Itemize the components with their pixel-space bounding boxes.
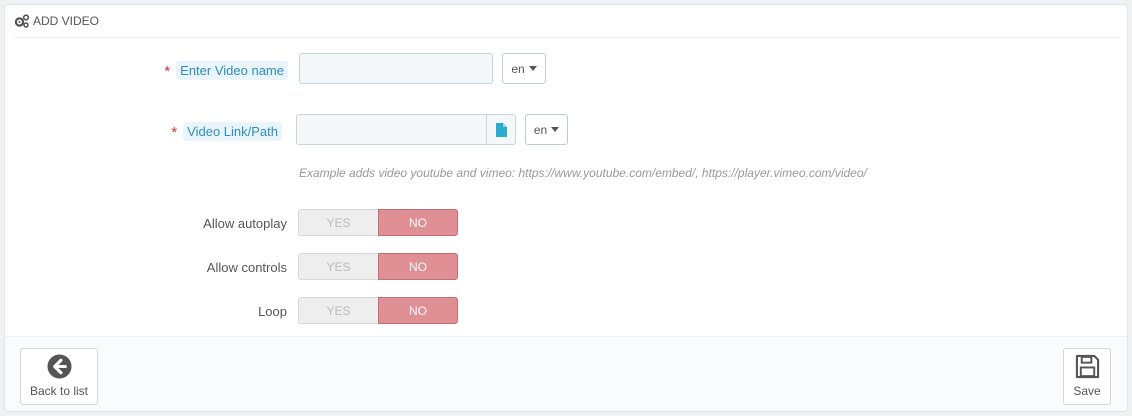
required-marker: * <box>171 124 178 141</box>
caret-down-icon <box>551 127 560 132</box>
panel-title: Add video <box>33 14 100 28</box>
allow-autoplay-yes[interactable]: YES <box>298 209 378 236</box>
loop-label: Loop <box>258 304 287 319</box>
save-button[interactable]: Save <box>1063 348 1111 405</box>
video-link-input[interactable] <box>296 114 487 145</box>
video-name-language-dropdown[interactable]: en <box>502 53 546 84</box>
floppy-disk-icon <box>1075 354 1099 379</box>
allow-controls-label-group: Allow controls <box>207 260 287 275</box>
allow-controls-yes[interactable]: YES <box>298 253 378 280</box>
video-link-label-group: * Video Link/Path <box>171 122 282 141</box>
language-code: en <box>533 122 548 137</box>
browse-file-button[interactable] <box>487 114 516 145</box>
video-link-language-dropdown[interactable]: en <box>525 114 568 145</box>
allow-autoplay-no[interactable]: NO <box>378 209 458 236</box>
loop-no[interactable]: NO <box>378 297 458 324</box>
back-to-list-label: Back to list <box>29 384 89 398</box>
video-name-label-group: * Enter Video name <box>164 61 288 80</box>
allow-autoplay-label-group: Allow autoplay <box>203 216 287 231</box>
back-to-list-button[interactable]: Back to list <box>20 348 98 405</box>
file-icon <box>495 122 507 137</box>
video-name-label[interactable]: Enter Video name <box>176 61 288 80</box>
panel-footer: Back to list Save <box>5 336 1127 411</box>
video-link-label[interactable]: Video Link/Path <box>183 122 282 141</box>
required-marker: * <box>164 63 171 80</box>
allow-controls-no[interactable]: NO <box>378 253 458 280</box>
allow-autoplay-label: Allow autoplay <box>203 216 287 231</box>
allow-controls-switch: YES NO <box>298 253 458 280</box>
loop-switch: YES NO <box>298 297 458 324</box>
video-link-help-text: Example adds video youtube and vimeo: ht… <box>299 166 867 180</box>
arrow-circle-left-icon <box>46 354 72 379</box>
language-code: en <box>511 61 525 76</box>
save-label: Save <box>1073 384 1101 398</box>
loop-label-group: Loop <box>258 304 287 319</box>
allow-autoplay-switch: YES NO <box>298 209 458 236</box>
caret-down-icon <box>528 66 537 71</box>
add-video-panel: Add video * Enter Video name en * Video Li… <box>4 4 1128 412</box>
allow-controls-label: Allow controls <box>206 260 287 275</box>
panel-heading: Add video <box>13 5 1119 38</box>
loop-yes[interactable]: YES <box>298 297 378 324</box>
cogs-icon <box>14 14 30 28</box>
video-name-input[interactable] <box>299 53 493 84</box>
